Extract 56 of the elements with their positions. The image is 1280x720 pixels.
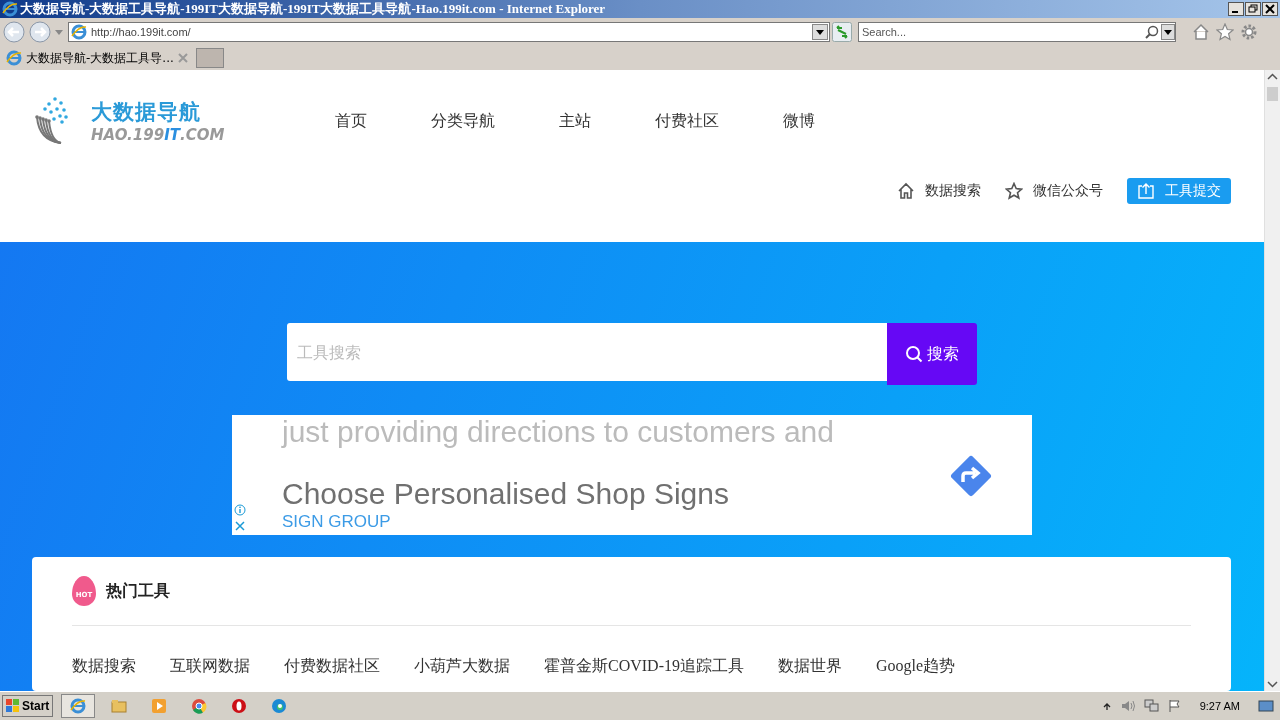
tool-link[interactable]: 互联网数据	[170, 656, 250, 677]
home-icon[interactable]	[1192, 23, 1210, 41]
header-link[interactable]: 微信公众号	[1005, 182, 1103, 200]
upload-icon	[1137, 182, 1155, 200]
back-icon[interactable]	[2, 21, 26, 43]
tool-link[interactable]: Google趋势	[876, 656, 956, 677]
favorites-icon[interactable]	[1216, 23, 1234, 41]
logo-title: 大数据导航	[91, 99, 202, 126]
clock: 9:27 AM	[1199, 700, 1240, 712]
close-icon[interactable]	[1262, 2, 1278, 16]
restore-icon[interactable]	[1245, 2, 1261, 16]
windows-icon	[6, 699, 20, 713]
tool-link[interactable]: 付费数据社区	[284, 656, 380, 677]
page-icon	[71, 24, 87, 40]
tool-link[interactable]: 霍普金斯COVID-19追踪工具	[544, 656, 744, 677]
ad-headline: Choose Personalised Shop Signs	[282, 477, 729, 511]
scrollbar[interactable]	[1264, 70, 1280, 691]
page-icon	[6, 50, 22, 66]
browser-icon[interactable]	[61, 694, 96, 718]
flag-icon[interactable]	[1167, 699, 1182, 713]
tab-title: 大数据导航-大数据工具导...	[26, 49, 174, 67]
search-button[interactable]: 搜索	[887, 323, 977, 385]
section-title: 热门工具	[106, 580, 170, 602]
nav-link[interactable]: 主站	[559, 110, 592, 132]
dropdown-icon[interactable]	[812, 24, 828, 40]
browser-icon	[2, 1, 18, 17]
start-button[interactable]: Start	[2, 695, 54, 717]
nav-link[interactable]: 付费社区	[655, 110, 720, 132]
new-tab-button[interactable]	[195, 48, 224, 68]
show-desktop-icon[interactable]	[1258, 699, 1274, 713]
dropdown-icon[interactable]	[1161, 24, 1175, 40]
star-icon	[1005, 182, 1023, 200]
home-icon	[897, 182, 915, 200]
url-text: http://hao.199it.com/	[91, 26, 192, 38]
tool-link[interactable]: 小葫芦大数据	[414, 656, 510, 677]
scroll-thumb[interactable]	[1267, 87, 1278, 101]
nav-link[interactable]: 微博	[783, 110, 816, 132]
nav-link[interactable]: 分类导航	[431, 110, 496, 132]
search-icon	[905, 345, 923, 363]
ad-text: just providing directions to customers and	[282, 415, 834, 449]
search-field[interactable]: 工具搜索	[287, 323, 887, 381]
minimize-icon[interactable]	[1228, 2, 1244, 16]
settings-icon[interactable]	[1240, 23, 1258, 41]
header-link[interactable]: 数据搜索	[897, 182, 981, 200]
speaker-icon[interactable]	[1119, 699, 1136, 713]
address-field[interactable]: http://hao.199it.com/	[68, 22, 830, 42]
window-title: 大数据导航-大数据工具导航-199IT大数据导航-199IT大数据工具导航-Hao.199it.com - Internet Explorer	[20, 0, 606, 18]
network-icon[interactable]	[1143, 699, 1160, 713]
logo-subtitle: HAO.199IT.COM	[91, 126, 225, 144]
search-field[interactable]: Search...	[858, 22, 1176, 42]
info-icon[interactable]	[234, 504, 246, 516]
forward-icon[interactable]	[28, 21, 52, 43]
tool-link[interactable]: 数据搜索	[72, 656, 136, 677]
nav-link[interactable]: 首页	[335, 110, 368, 132]
tool-link[interactable]: 数据世界	[778, 656, 842, 677]
search-icon[interactable]	[1145, 25, 1159, 39]
